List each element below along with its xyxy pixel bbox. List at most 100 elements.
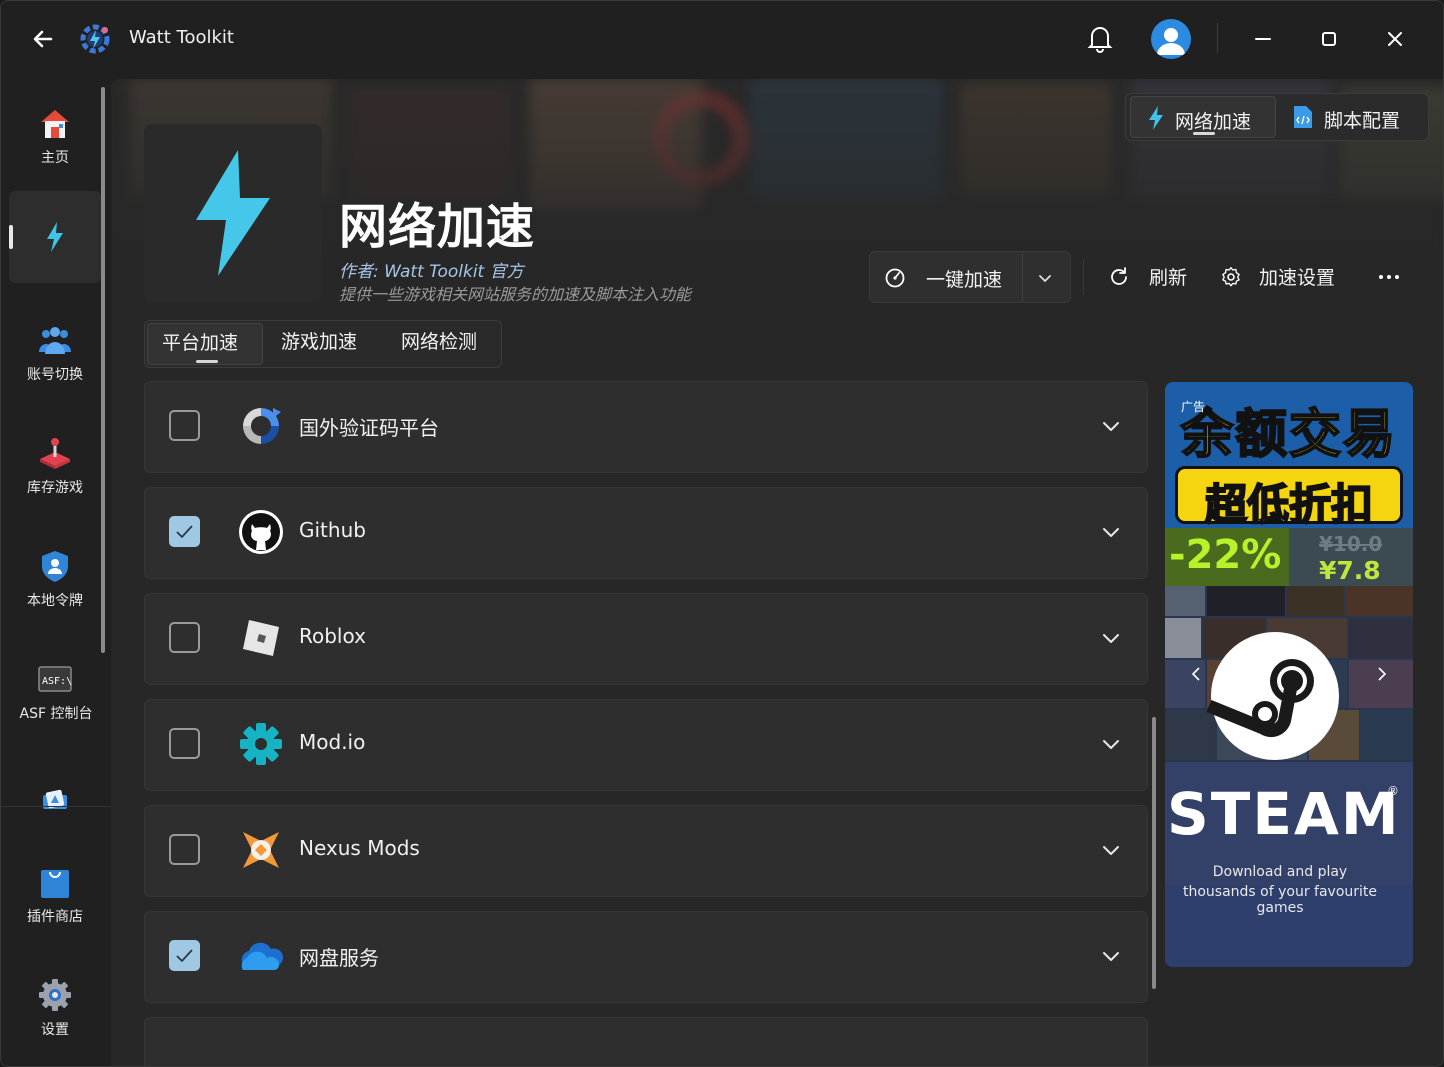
sidebar-item-cards[interactable]	[9, 759, 101, 851]
header-separator	[1083, 259, 1084, 295]
maximize-icon[interactable]	[1313, 23, 1345, 55]
service-name: Nexus Mods	[299, 836, 420, 860]
cards-icon	[43, 789, 67, 809]
chevron-down-icon[interactable]	[1036, 269, 1054, 287]
ad-tagline-line-2: thousands of your favourite games	[1182, 884, 1378, 916]
notification-bell-icon[interactable]	[1083, 21, 1117, 55]
sidebar-item-label: 账号切换	[27, 367, 83, 383]
sidebar-item-asf-console[interactable]: ASF:\ ASF 控制台	[1, 643, 111, 735]
checkmark-icon	[176, 525, 193, 539]
tab-network-detection[interactable]: 网络检测	[387, 323, 491, 365]
ad-header: 余额交易 广告 超低折扣	[1165, 382, 1413, 530]
service-checkbox[interactable]	[169, 834, 200, 865]
sidebar-item-home[interactable]: 主页	[9, 87, 101, 179]
lightning-icon	[196, 150, 270, 276]
title-bar: Watt Toolkit	[1, 1, 1443, 79]
tab-game-acceleration[interactable]: 游戏加速	[267, 323, 371, 365]
settings-label: 加速设置	[1259, 267, 1336, 289]
sidebar-item-game-library[interactable]: 库存游戏	[9, 417, 101, 509]
description-text: 提供一些游戏相关网站服务的加速及脚本注入功能	[339, 285, 692, 304]
chevron-down-icon[interactable]	[1100, 733, 1122, 755]
titlebar-separator	[1217, 23, 1218, 53]
roblox-icon	[243, 620, 279, 656]
sidebar-item-plugin-store[interactable]: 插件商店	[9, 846, 101, 938]
sidebar-item-local-token[interactable]: 本地令牌	[9, 530, 101, 622]
switcher-script-config-button[interactable]: 脚本配置	[1278, 96, 1426, 138]
chevron-down-icon[interactable]	[1100, 521, 1122, 543]
user-silhouette-icon	[1157, 28, 1185, 55]
watt-toolkit-logo-icon	[80, 24, 110, 54]
button-split-divider	[1022, 252, 1023, 302]
service-list: 国外验证码平台 Github Roblox Mod.io Nexus Mods …	[144, 381, 1148, 1066]
tab-platform-acceleration[interactable]: 平台加速	[147, 323, 263, 365]
joystick-icon	[40, 438, 70, 469]
page-title: 网络加速	[339, 199, 536, 255]
shopping-bag-icon	[41, 870, 69, 898]
users-icon	[39, 327, 71, 354]
ad-subheadline-box: 超低折扣	[1175, 466, 1403, 530]
ad-next-arrow-icon[interactable]	[1373, 666, 1389, 682]
sidebar-scrollbar[interactable]	[101, 87, 105, 653]
cloud-icon	[241, 942, 284, 970]
ad-tagline-line-1: Download and play	[1212, 864, 1348, 880]
switcher-label: 脚本配置	[1324, 110, 1401, 132]
gear-icon	[1222, 267, 1240, 287]
chevron-down-icon[interactable]	[1100, 839, 1122, 861]
service-name: Mod.io	[299, 730, 366, 754]
service-name: 网盘服务	[299, 946, 379, 970]
service-row[interactable]: Github	[144, 487, 1148, 579]
sidebar-item-account-switch[interactable]: 账号切换	[9, 304, 101, 396]
lightning-icon	[47, 222, 63, 252]
sidebar-divider	[1, 806, 111, 807]
service-row[interactable]: Roblox	[144, 593, 1148, 685]
acceleration-settings-button[interactable]: 加速设置	[1217, 259, 1357, 295]
category-tabs: 平台加速 游戏加速 网络检测	[144, 320, 502, 368]
service-name: Github	[299, 518, 366, 542]
accelerate-label: 一键加速	[926, 269, 1003, 291]
recaptcha-icon	[243, 408, 281, 444]
service-row[interactable]: Nexus Mods	[144, 805, 1148, 897]
service-row[interactable]: Mod.io	[144, 699, 1148, 791]
lightning-icon	[1149, 106, 1163, 130]
svg-text:ASF:\: ASF:\	[42, 676, 72, 687]
service-checkbox[interactable]	[169, 622, 200, 653]
ad-old-price: ¥10.0	[1319, 532, 1383, 556]
service-checkbox[interactable]	[169, 410, 200, 441]
ad-tag: 广告	[1181, 400, 1206, 414]
sidebar: 主页 账号切换 库存游戏 本地令牌 ASF:\ ASF 控制台 插件商店 设置	[1, 79, 111, 1066]
ad-prev-arrow-icon[interactable]	[1189, 666, 1205, 682]
main-content: 网络加速 脚本配置 网络加速 作者: Watt Toolkit 官方 提供一些游…	[111, 79, 1443, 1066]
service-row[interactable]: 网盘服务	[144, 911, 1148, 1003]
chevron-down-icon[interactable]	[1100, 945, 1122, 967]
ad-price-box: ¥10.0 ¥7.8	[1289, 528, 1413, 586]
tab-label: 平台加速	[162, 332, 239, 354]
service-row[interactable]: 国外验证码平台	[144, 381, 1148, 473]
sidebar-item-settings[interactable]: 设置	[9, 959, 101, 1051]
list-scrollbar[interactable]	[1152, 717, 1156, 989]
service-row-partial[interactable]	[144, 1017, 1148, 1066]
advertisement-banner[interactable]: 余额交易 广告 超低折扣 -22% ¥10.0 ¥7.8 STEAM ® Dow…	[1165, 382, 1413, 967]
sidebar-item-label: 主页	[41, 150, 69, 166]
service-checkbox[interactable]	[169, 940, 200, 971]
sidebar-item-label: ASF 控制台	[19, 706, 93, 722]
service-name: Roblox	[299, 624, 366, 648]
tab-active-indicator	[196, 360, 218, 363]
github-icon	[239, 510, 283, 554]
service-checkbox[interactable]	[169, 516, 200, 547]
minimize-icon[interactable]	[1247, 23, 1279, 55]
switcher-network-acceleration-button[interactable]: 网络加速	[1130, 96, 1276, 138]
script-file-icon	[1294, 106, 1312, 128]
user-avatar[interactable]	[1151, 19, 1191, 59]
refresh-button[interactable]: 刷新	[1103, 259, 1199, 295]
sidebar-item-network-acceleration[interactable]	[9, 191, 101, 283]
chevron-down-icon[interactable]	[1100, 415, 1122, 437]
chevron-down-icon[interactable]	[1100, 627, 1122, 649]
service-checkbox[interactable]	[169, 728, 200, 759]
one-click-accelerate-button[interactable]: 一键加速	[869, 251, 1071, 303]
back-arrow-icon[interactable]	[27, 23, 59, 55]
ad-subheadline: 超低折扣	[1204, 479, 1374, 530]
close-icon[interactable]	[1379, 23, 1411, 55]
sidebar-item-label: 本地令牌	[27, 593, 83, 609]
author-text: 作者: Watt Toolkit 官方	[339, 262, 524, 282]
more-options-icon[interactable]	[1373, 261, 1405, 293]
